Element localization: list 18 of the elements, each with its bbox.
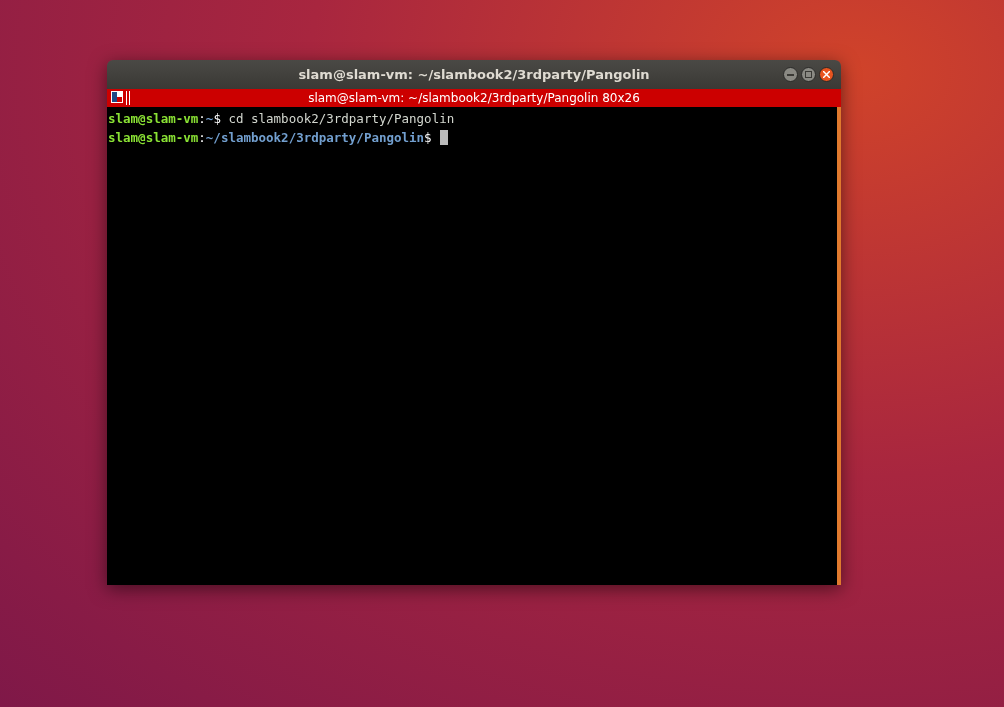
minimize-icon <box>787 73 794 76</box>
terminal-title: slam@slam-vm: ~/slambook2/3rdparty/Pangolin 80x26 <box>307 91 641 105</box>
prompt-colon: : <box>198 110 206 128</box>
close-icon <box>823 71 830 78</box>
grid-icon[interactable] <box>111 91 133 105</box>
maximize-button[interactable] <box>801 67 816 82</box>
close-button[interactable] <box>819 67 834 82</box>
prompt-dollar: $ <box>213 110 221 128</box>
prompt-colon: : <box>198 129 206 147</box>
prompt-user: slam@slam-vm <box>108 110 199 128</box>
prompt-dollar: $ <box>424 129 432 147</box>
prompt-path: ~/slambook2/3rdparty/Pangolin <box>205 129 425 147</box>
command-text: cd slambook2/3rdparty/Pangolin <box>227 110 455 128</box>
prompt-user: slam@slam-vm <box>108 129 199 147</box>
prompt-path: ~ <box>205 110 214 128</box>
minimize-button[interactable] <box>783 67 798 82</box>
window-title: slam@slam-vm: ~/slambook2/3rdparty/Pangolin <box>298 67 650 82</box>
maximize-icon <box>805 71 812 78</box>
